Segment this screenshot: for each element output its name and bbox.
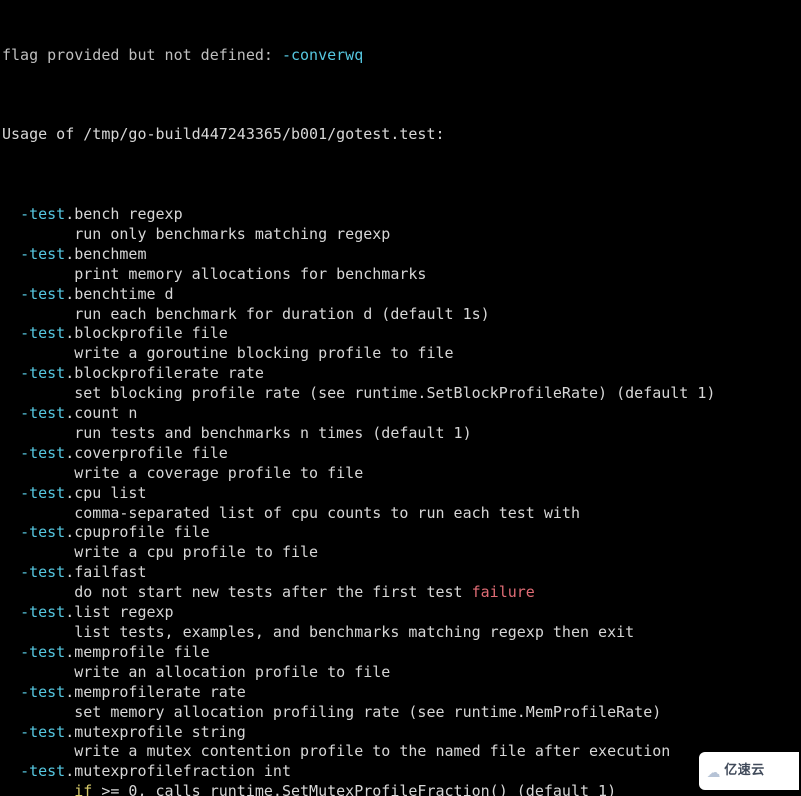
- flag-name: .benchmem: [65, 245, 146, 263]
- flag-desc-line: write an allocation profile to file: [2, 663, 799, 683]
- flag-line: -test.memprofilerate rate: [2, 683, 799, 703]
- flag-prefix: -test: [20, 643, 65, 661]
- flag-desc-line: set memory allocation profiling rate (se…: [2, 703, 799, 723]
- flag-name: .count n: [65, 404, 137, 422]
- cloud-icon: ☁: [707, 760, 720, 782]
- flag-name: .mutexprofilefraction int: [65, 762, 291, 780]
- flag-desc-line: run each benchmark for duration d (defau…: [2, 305, 799, 325]
- flag-prefix: -test: [20, 723, 65, 741]
- flag-prefix: -test: [20, 245, 65, 263]
- flag-desc-line: do not start new tests after the first t…: [2, 583, 799, 603]
- flag-line: -test.failfast: [2, 563, 799, 583]
- flag-name: .cpu list: [65, 484, 146, 502]
- flag-desc-line: print memory allocations for benchmarks: [2, 265, 799, 285]
- flag-prefix: -test: [20, 762, 65, 780]
- flag-prefix: -test: [20, 523, 65, 541]
- flag-prefix: -test: [20, 603, 65, 621]
- flag-prefix: -test: [20, 563, 65, 581]
- flag-line: -test.mutexprofile string: [2, 723, 799, 743]
- flag-desc-line: write a coverage profile to file: [2, 464, 799, 484]
- flag-line: -test.cpuprofile file: [2, 523, 799, 543]
- flag-prefix: -test: [20, 484, 65, 502]
- partial-top-line: flag provided but not defined: -converwq: [2, 46, 799, 66]
- brand-name: 亿速云: [724, 761, 765, 781]
- flag-prefix: -test: [20, 285, 65, 303]
- flag-name: .cpuprofile file: [65, 523, 210, 541]
- flag-name: .memprofile file: [65, 643, 210, 661]
- flag-prefix: -test: [20, 404, 65, 422]
- flags-list: -test.bench regexp run only benchmarks m…: [2, 205, 799, 796]
- flag-name: .memprofilerate rate: [65, 683, 246, 701]
- brand-widget[interactable]: ☁ 亿速云: [699, 752, 799, 790]
- flag-line: -test.list regexp: [2, 603, 799, 623]
- flag-line: -test.benchmem: [2, 245, 799, 265]
- flag-line: -test.benchtime d: [2, 285, 799, 305]
- flag-line: -test.blockprofilerate rate: [2, 364, 799, 384]
- flag-desc-line: write a cpu profile to file: [2, 543, 799, 563]
- flag-prefix: -test: [20, 324, 65, 342]
- usage-line: Usage of /tmp/go-build447243365/b001/got…: [2, 125, 799, 145]
- flag-desc-line: write a goroutine blocking profile to fi…: [2, 344, 799, 364]
- flag-line: -test.memprofile file: [2, 643, 799, 663]
- flag-name: .coverprofile file: [65, 444, 228, 462]
- flag-line: -test.bench regexp: [2, 205, 799, 225]
- flag-desc-line: if >= 0, calls runtime.SetMutexProfileFr…: [2, 782, 799, 796]
- flag-prefix: -test: [20, 205, 65, 223]
- flag-desc-line: list tests, examples, and benchmarks mat…: [2, 623, 799, 643]
- flag-line: -test.blockprofile file: [2, 324, 799, 344]
- flag-name: .blockprofile file: [65, 324, 228, 342]
- flag-error-name: -converwq: [282, 46, 363, 64]
- flag-name: .bench regexp: [65, 205, 182, 223]
- flag-line: -test.cpu list: [2, 484, 799, 504]
- flag-error-text: flag provided but not defined:: [2, 46, 282, 64]
- flag-prefix: -test: [20, 444, 65, 462]
- flag-desc-line: comma-separated list of cpu counts to ru…: [2, 504, 799, 524]
- flag-name: .mutexprofile string: [65, 723, 246, 741]
- flag-desc-line: run tests and benchmarks n times (defaul…: [2, 424, 799, 444]
- flag-line: -test.coverprofile file: [2, 444, 799, 464]
- flag-prefix: -test: [20, 364, 65, 382]
- flag-prefix: -test: [20, 683, 65, 701]
- flag-line: -test.mutexprofilefraction int: [2, 762, 799, 782]
- flag-desc-line: write a mutex contention profile to the …: [2, 742, 799, 762]
- flag-name: .blockprofilerate rate: [65, 364, 264, 382]
- flag-desc-line: run only benchmarks matching regexp: [2, 225, 799, 245]
- flag-desc-line: set blocking profile rate (see runtime.S…: [2, 384, 799, 404]
- flag-name: .list regexp: [65, 603, 173, 621]
- terminal-output[interactable]: flag provided but not defined: -converwq…: [0, 0, 801, 796]
- flag-line: -test.count n: [2, 404, 799, 424]
- flag-name: .failfast: [65, 563, 146, 581]
- flag-name: .benchtime d: [65, 285, 173, 303]
